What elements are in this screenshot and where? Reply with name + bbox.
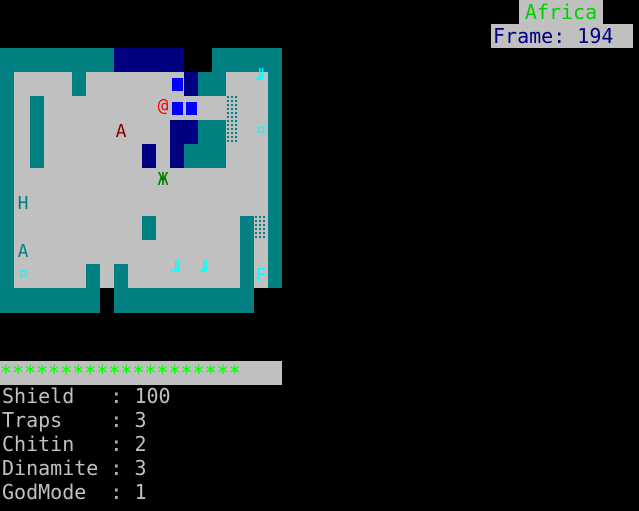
player-character: @ [157, 95, 169, 116]
water-tile [142, 144, 156, 168]
dark-gap [100, 288, 114, 313]
enemy-zh: Ж [157, 169, 169, 190]
dark-gap [254, 288, 282, 313]
gem-item: ¤ [255, 119, 267, 140]
stats-panel: Shield : 100 Traps : 3 Chitin : 2 Dinami… [2, 384, 171, 504]
gem-item: ¤ [17, 263, 29, 284]
wall [114, 264, 128, 288]
floor [14, 72, 72, 96]
game-map: @ A Ж H A F ¤ ¤ ╜ ╜ ╜ [0, 48, 282, 313]
map-letter-f: F [255, 265, 267, 286]
water-tile [114, 48, 184, 72]
wall [240, 216, 254, 288]
pushable-block [172, 102, 183, 115]
grate-tile [255, 216, 267, 240]
frame-counter: Frame: 194 [491, 24, 633, 48]
stat-shield: Shield : 100 [2, 384, 171, 408]
wall [198, 72, 226, 96]
wall [72, 72, 86, 96]
water-tile [170, 120, 198, 144]
wall [142, 216, 156, 240]
pushable-block [186, 102, 197, 115]
floor [226, 72, 254, 96]
stat-chitin: Chitin : 2 [2, 432, 147, 456]
water-tile [184, 72, 198, 96]
wall [198, 120, 226, 168]
stat-godmode: GodMode : 1 [2, 480, 147, 504]
water-tile [170, 144, 184, 168]
gate-item: ╜ [199, 261, 211, 282]
stat-traps: Traps : 3 [2, 408, 147, 432]
level-name: Africa [519, 0, 603, 24]
map-letter-h: H [17, 193, 29, 214]
health-bar: ******************** [0, 361, 282, 385]
map-letter-a: A [17, 241, 29, 262]
enemy-a: A [115, 121, 127, 142]
gate-item: ╜ [255, 69, 267, 90]
grate-tile [227, 96, 239, 144]
stat-dinamite: Dinamite : 3 [2, 456, 147, 480]
dark-gap [184, 48, 212, 72]
wall [86, 264, 100, 288]
pushable-block [172, 78, 183, 91]
gate-item: ╜ [171, 261, 183, 282]
wall [30, 96, 44, 168]
wall [184, 144, 198, 168]
